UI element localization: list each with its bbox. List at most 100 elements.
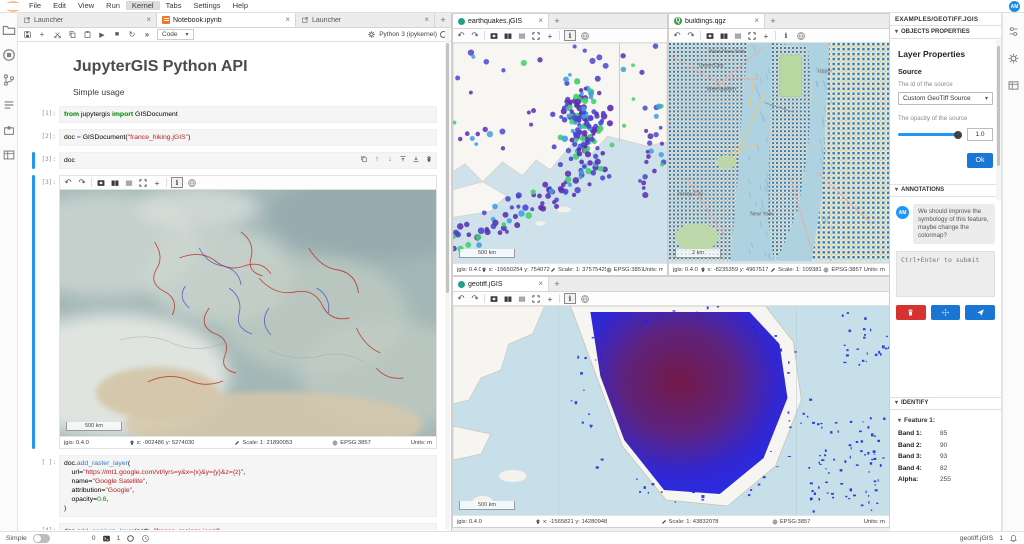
menu-item-view[interactable]: View xyxy=(72,1,100,10)
delete-annotation-button[interactable] xyxy=(896,305,926,320)
trash-icon[interactable] xyxy=(425,155,433,163)
identify-feature[interactable]: ▾ Feature 1: xyxy=(898,417,993,424)
tab-buildings[interactable]: Qbuildings.qgz× xyxy=(669,14,765,28)
tab-earthquakes[interactable]: earthquakes.jGIS× xyxy=(453,14,549,28)
basemap-icon[interactable] xyxy=(719,30,729,41)
notification-count[interactable]: 1 xyxy=(999,535,1003,542)
undo-icon[interactable]: ↶ xyxy=(456,30,466,41)
tab-notebook-ipynb[interactable]: Notebook.ipynb× xyxy=(157,13,296,27)
opacity-value[interactable]: 1.0 xyxy=(967,128,993,141)
insabove-icon[interactable] xyxy=(399,155,407,163)
newlayer-icon[interactable] xyxy=(489,30,499,41)
annotation-input[interactable] xyxy=(896,251,995,297)
right-panel-scrollbar[interactable] xyxy=(996,40,1001,200)
code-input[interactable]: doc = GISDocument("france_hiking.jGIS") xyxy=(59,129,437,146)
geotiff-map-canvas[interactable]: 500 km xyxy=(453,306,889,515)
kernel-name[interactable]: Python 3 (ipykernel) xyxy=(379,31,437,38)
menu-item-run[interactable]: Run xyxy=(100,1,126,10)
globe-icon[interactable] xyxy=(796,30,806,41)
section-annotations[interactable]: ▾ ANNOTATIONS xyxy=(890,184,1001,197)
close-tab-icon[interactable]: × xyxy=(424,16,429,24)
cut-icon[interactable] xyxy=(52,30,62,40)
menu-item-kernel[interactable]: Kernel xyxy=(126,1,160,10)
newlayer-icon[interactable] xyxy=(705,30,715,41)
menu-item-edit[interactable]: Edit xyxy=(47,1,72,10)
move-cell-up-icon[interactable]: ↑ xyxy=(373,155,381,163)
menu-item-tabs[interactable]: Tabs xyxy=(160,1,188,10)
code-input[interactable]: from jupytergis import GISDocument xyxy=(59,106,437,123)
running-icon[interactable] xyxy=(2,48,16,62)
files-icon[interactable] xyxy=(2,23,16,37)
kernel-indicator[interactable]: Python 3 (ipykernel) xyxy=(366,30,447,40)
identify-icon[interactable]: i xyxy=(780,30,792,41)
floppy-icon[interactable] xyxy=(22,30,32,40)
gear-icon[interactable] xyxy=(1007,52,1020,65)
toc-icon[interactable] xyxy=(2,98,16,112)
new-tab-button[interactable]: + xyxy=(549,277,565,291)
identify-icon[interactable]: i xyxy=(171,177,183,188)
add-layer-icon[interactable]: + xyxy=(545,30,555,41)
simple-mode-toggle[interactable] xyxy=(33,534,50,543)
close-tab-icon[interactable]: × xyxy=(538,17,543,25)
newlayer-icon[interactable] xyxy=(96,177,106,188)
add-cell-icon[interactable]: + xyxy=(37,30,47,40)
identify-icon[interactable]: i xyxy=(564,293,576,304)
paste-icon[interactable] xyxy=(82,30,92,40)
tools-icon[interactable] xyxy=(1007,25,1020,38)
basemap-icon[interactable] xyxy=(503,30,513,41)
section-objects-properties[interactable]: ▾ OBJECTS PROPERTIES xyxy=(890,26,1001,39)
code-input[interactable]: doc.add_raster_layer( url="https://mt1.g… xyxy=(59,455,437,517)
move-cell-down-icon[interactable]: ↓ xyxy=(386,155,394,163)
basemap-icon[interactable] xyxy=(503,293,513,304)
redo-icon[interactable]: ↷ xyxy=(686,30,696,41)
bell-icon[interactable] xyxy=(1009,534,1018,543)
undo-icon[interactable]: ↶ xyxy=(456,293,466,304)
notebook-map-map-canvas[interactable]: 500 km xyxy=(60,190,436,436)
code-input[interactable]: doc↑↓ xyxy=(59,152,437,169)
tab-launcher[interactable]: Launcher× xyxy=(18,13,157,27)
run-cell-icon[interactable]: ▶ xyxy=(97,30,107,40)
cell-type-select[interactable]: Code▾ xyxy=(157,29,194,40)
menu-item-file[interactable]: File xyxy=(23,1,47,10)
basemap-icon[interactable] xyxy=(110,177,120,188)
close-tab-icon[interactable]: × xyxy=(285,16,290,24)
add-layer-icon[interactable]: + xyxy=(761,30,771,41)
restart-kernel-icon[interactable]: ↻ xyxy=(127,30,137,40)
globe-icon[interactable] xyxy=(187,177,197,188)
git-icon[interactable] xyxy=(2,73,16,87)
globe-icon[interactable] xyxy=(580,293,590,304)
kernel-count[interactable]: 1 xyxy=(117,535,121,542)
undo-icon[interactable]: ↶ xyxy=(63,177,73,188)
user-avatar[interactable]: AM xyxy=(1009,1,1020,12)
buildings-map-canvas[interactable]: West New YorkUnion CityWeehawkenUpperJer… xyxy=(669,43,889,263)
redo-icon[interactable]: ↷ xyxy=(470,30,480,41)
close-tab-icon[interactable]: × xyxy=(146,16,151,24)
newlayer-icon[interactable] xyxy=(489,293,499,304)
redo-icon[interactable]: ↷ xyxy=(470,293,480,304)
terminal-count[interactable]: 0 xyxy=(92,535,96,542)
center-on-annotation-button[interactable] xyxy=(931,305,961,320)
frame-icon[interactable] xyxy=(1007,79,1020,92)
add-layer-icon[interactable]: + xyxy=(152,177,162,188)
menu-item-help[interactable]: Help xyxy=(227,1,254,10)
stop-kernel-icon[interactable]: ■ xyxy=(112,30,122,40)
fullscreen-icon[interactable] xyxy=(531,30,541,41)
add-layer-icon[interactable]: + xyxy=(545,293,555,304)
code-input[interactable]: doc.add_geojson_layer(path="france_regio… xyxy=(59,523,437,530)
section-identify[interactable]: ▾ IDENTIFY xyxy=(890,397,1001,410)
extensions-icon[interactable] xyxy=(2,123,16,137)
undo-icon[interactable]: ↶ xyxy=(672,30,682,41)
fullscreen-icon[interactable] xyxy=(747,30,757,41)
redo-icon[interactable]: ↷ xyxy=(77,177,87,188)
opacity-slider-knob[interactable] xyxy=(954,131,962,139)
restart-run-all-icon[interactable]: » xyxy=(142,30,152,40)
history-icon[interactable] xyxy=(141,534,150,543)
globe-icon[interactable] xyxy=(580,30,590,41)
earthquakes-map-canvas[interactable]: 500 km xyxy=(453,43,667,263)
frame-icon[interactable] xyxy=(2,148,16,162)
tab-geotiff[interactable]: geotiff.jGIS× xyxy=(453,277,549,291)
copy-icon[interactable] xyxy=(360,155,368,163)
tab-launcher[interactable]: Launcher× xyxy=(296,13,435,27)
close-tab-icon[interactable]: × xyxy=(538,280,543,288)
submit-annotation-button[interactable] xyxy=(965,305,995,320)
